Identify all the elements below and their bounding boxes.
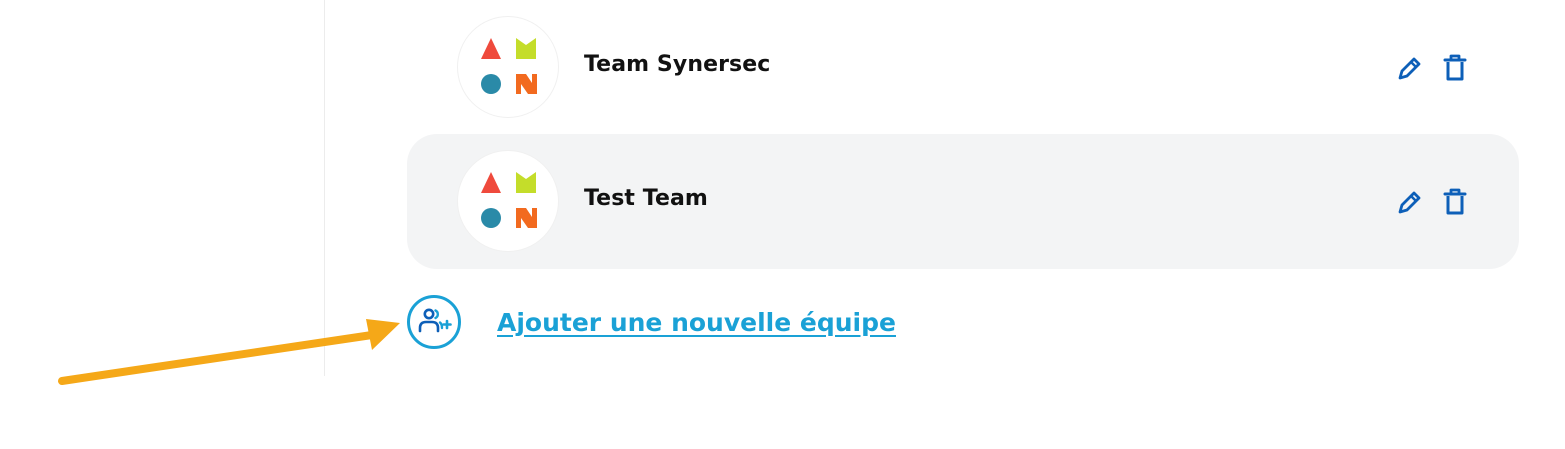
add-team-icon-button[interactable] [406, 294, 462, 350]
add-users-icon [407, 295, 461, 349]
team-avatar [457, 16, 559, 118]
divider [324, 0, 325, 376]
team-row: Team Synersec [407, 0, 1519, 135]
edit-team-button[interactable] [1395, 53, 1425, 83]
team-logo-icon [481, 172, 537, 228]
delete-team-button[interactable] [1440, 53, 1470, 83]
trash-icon [1443, 54, 1467, 81]
pencil-icon [1398, 57, 1421, 80]
team-logo-icon [481, 38, 537, 94]
team-avatar [457, 150, 559, 252]
pencil-icon [1398, 191, 1421, 214]
delete-team-button[interactable] [1440, 187, 1470, 217]
team-row: Test Team [407, 134, 1519, 269]
trash-icon [1443, 188, 1467, 215]
edit-team-button[interactable] [1395, 187, 1425, 217]
add-team-link[interactable]: Ajouter une nouvelle équipe [497, 308, 896, 337]
add-team-row: Ajouter une nouvelle équipe [406, 294, 896, 350]
team-name: Test Team [584, 186, 708, 211]
team-name: Team Synersec [584, 52, 771, 77]
teams-panel: Team Synersec Test Team Ajouter une nouv… [0, 0, 1565, 449]
